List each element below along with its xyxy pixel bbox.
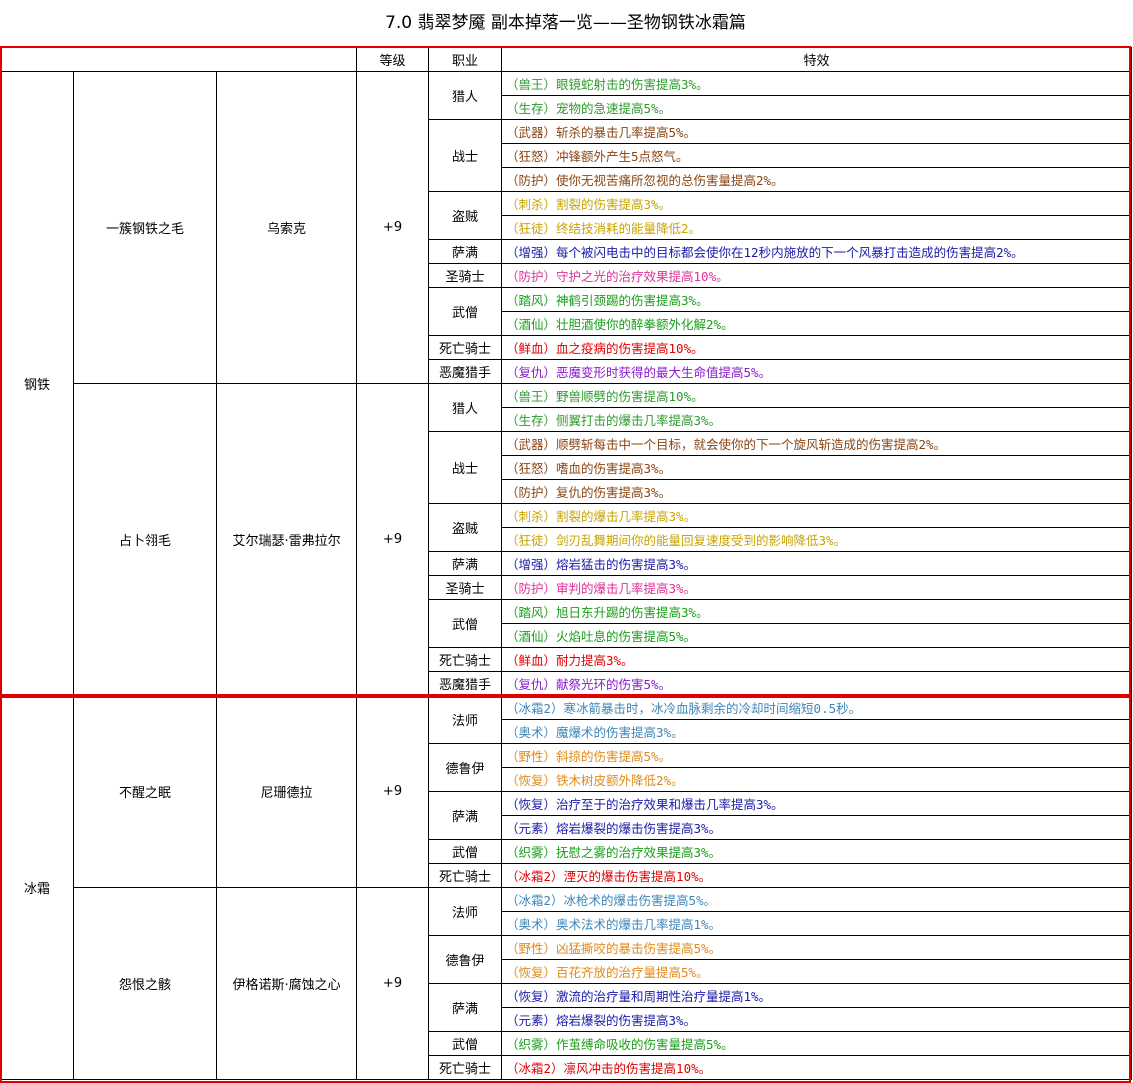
effect-text-cell: （元素）熔岩爆裂的爆击伤害提高3%。 <box>501 815 1133 840</box>
effect-text-cell: （恢复）激流的治疗量和周期性治疗量提高1%。 <box>501 983 1133 1008</box>
effect-text-cell: （鲜血）血之疫病的伤害提高10%。 <box>501 335 1133 360</box>
effect-text-cell: （恢复）百花齐放的治疗量提高5%。 <box>501 959 1133 984</box>
header-effect: 特效 <box>501 47 1133 72</box>
relic-name-cell: 怨恨之骸 <box>73 887 217 1080</box>
item-level-cell: +9 <box>356 383 430 696</box>
class-name-cell: 盗贼 <box>428 503 503 552</box>
class-name-cell: 恶魔猎手 <box>428 671 503 696</box>
effect-text-cell: （武器）顺劈斩每击中一个目标，就会使你的下一个旋风斩造成的伤害提高2%。 <box>501 431 1133 456</box>
effect-text-cell: （奥术）奥术法术的爆击几率提高1%。 <box>501 911 1133 936</box>
effect-text-cell: （冰霜2）湮灭的爆击伤害提高10%。 <box>501 863 1133 888</box>
class-name-cell: 圣骑士 <box>428 575 503 600</box>
table-row: 冰霜 不醒之眠 尼珊德拉 +9 法师 （冰霜2）寒冰箭暴击时，冰冷血脉剩余的冷却时间缩短0… <box>0 695 1133 1080</box>
item-level-cell: +9 <box>356 71 430 384</box>
table-row: 钢铁 一簇钢铁之毛 乌索克 +9 猎人 （兽王）眼镜蛇射击的伤害提高3%。 <box>0 71 1133 696</box>
relic-type-cell: 冰霜 <box>0 695 74 1080</box>
table-row: 怨恨之骸 伊格诺斯·腐蚀之心 +9 法师 （冰霜2）冰枪术的爆击伤害提高5%。 <box>1 887 1133 1080</box>
class-name-cell: 盗贼 <box>428 191 503 240</box>
class-name-cell: 法师 <box>428 695 503 744</box>
class-name-cell: 战士 <box>428 119 503 192</box>
effect-text-cell: （酒仙）壮胆酒使你的醉拳额外化解2%。 <box>501 311 1133 336</box>
effect-text-cell: （织雾）抚慰之雾的治疗效果提高3%。 <box>501 839 1133 864</box>
effect-text-cell: （狂徒）剑刃乱舞期间你的能量回复速度受到的影响降低3%。 <box>501 527 1133 552</box>
effect-text-cell: （踏风）神鹤引颈踢的伤害提高3%。 <box>501 287 1133 312</box>
effect-text-cell: （刺杀）割裂的爆击几率提高3%。 <box>501 503 1133 528</box>
header-row: 等级 职业 特效 <box>0 47 1133 72</box>
effect-text-cell: （武器）斩杀的暴击几率提高5%。 <box>501 119 1133 144</box>
class-name-cell: 萨满 <box>428 983 503 1032</box>
relic-type-cell: 钢铁 <box>0 71 74 696</box>
table-row: 占卜翎毛 艾尔瑞瑟·雷弗拉尔 +9 猎人 （兽王）野兽顺劈的伤害提高10%。 <box>1 383 1133 696</box>
effect-text-cell: （复仇）献祭光环的伤害5%。 <box>501 671 1133 696</box>
class-name-cell: 战士 <box>428 431 503 504</box>
class-name-cell: 猎人 <box>428 71 503 120</box>
effect-text-cell: （防护）审判的爆击几率提高3%。 <box>501 575 1133 600</box>
class-name-cell: 萨满 <box>428 791 503 840</box>
effect-text-cell: （防护）使你无视苦痛所忽视的总伤害量提高2%。 <box>501 167 1133 192</box>
effect-text-cell: （踏风）旭日东升踢的伤害提高3%。 <box>501 599 1133 624</box>
effect-text-cell: （刺杀）割裂的伤害提高3%。 <box>501 191 1133 216</box>
boss-name-cell: 乌索克 <box>215 71 358 384</box>
relic-name-cell: 占卜翎毛 <box>73 383 217 696</box>
class-name-cell: 萨满 <box>428 239 503 264</box>
header-blank <box>0 47 358 72</box>
effect-text-cell: （复仇）恶魔变形时获得的最大生命值提高5%。 <box>501 359 1133 384</box>
boss-name-cell: 伊格诺斯·腐蚀之心 <box>215 887 358 1080</box>
effect-text-cell: （冰霜2）冰枪术的爆击伤害提高5%。 <box>501 887 1133 912</box>
item-level-cell: +9 <box>356 695 430 888</box>
relic-name-cell: 不醒之眠 <box>73 695 217 888</box>
effect-text-cell: （防护）复仇的伤害提高3%。 <box>501 479 1133 504</box>
class-name-cell: 死亡骑士 <box>428 335 503 360</box>
effect-text-cell: （织雾）作茧缚命吸收的伤害量提高5%。 <box>501 1031 1133 1056</box>
relic-table: 等级 职业 特效 钢铁 一簇钢铁之毛 乌索克 +9 猎人 （兽王）眼镜蛇射击的伤害提高3%… <box>0 47 1133 1080</box>
effect-text-cell: （狂徒）终结技消耗的能量降低2。 <box>501 215 1133 240</box>
effect-text-cell: （元素）熔岩爆裂的伤害提高3%。 <box>501 1007 1133 1032</box>
effect-text-cell: （增强）每个被闪电击中的目标都会使你在12秒内施放的下一个风暴打击造成的伤害提高… <box>501 239 1133 264</box>
boss-name-cell: 尼珊德拉 <box>215 695 358 888</box>
effect-text-cell: （增强）熔岩猛击的伤害提高3%。 <box>501 551 1133 576</box>
effect-text-cell: （野性）斜掠的伤害提高5%。 <box>501 743 1133 768</box>
class-name-cell: 死亡骑士 <box>428 647 503 672</box>
relic-name-cell: 一簇钢铁之毛 <box>73 71 217 384</box>
effect-text-cell: （生存）宠物的急速提高5%。 <box>501 95 1133 120</box>
class-name-cell: 武僧 <box>428 839 503 864</box>
class-name-cell: 武僧 <box>428 1031 503 1056</box>
effect-text-cell: （恢复）铁木树皮额外降低2%。 <box>501 767 1133 792</box>
class-name-cell: 死亡骑士 <box>428 1055 503 1080</box>
effect-text-cell: （防护）守护之光的治疗效果提高10%。 <box>501 263 1133 288</box>
page-title: 7.0 翡翠梦魇 副本掉落一览——圣物钢铁冰霜篇 <box>385 13 746 33</box>
class-name-cell: 法师 <box>428 887 503 936</box>
item-level-cell: +9 <box>356 887 430 1080</box>
header-level: 等级 <box>356 47 430 72</box>
effect-text-cell: （冰霜2）凛风冲击的伤害提高10%。 <box>501 1055 1133 1080</box>
class-name-cell: 死亡骑士 <box>428 863 503 888</box>
effect-text-cell: （奥术）魔爆术的伤害提高3%。 <box>501 719 1133 744</box>
class-name-cell: 武僧 <box>428 287 503 336</box>
header-class: 职业 <box>428 47 503 72</box>
class-name-cell: 恶魔猎手 <box>428 359 503 384</box>
class-name-cell: 萨满 <box>428 551 503 576</box>
effect-text-cell: （兽王）眼镜蛇射击的伤害提高3%。 <box>501 71 1133 96</box>
effect-text-cell: （狂怒）冲锋额外产生5点怒气。 <box>501 143 1133 168</box>
effect-text-cell: （野性）凶猛撕咬的暴击伤害提高5%。 <box>501 935 1133 960</box>
class-name-cell: 猎人 <box>428 383 503 432</box>
class-name-cell: 圣骑士 <box>428 263 503 288</box>
class-name-cell: 德鲁伊 <box>428 935 503 984</box>
effect-text-cell: （兽王）野兽顺劈的伤害提高10%。 <box>501 383 1133 408</box>
effect-text-cell: （酒仙）火焰吐息的伤害提高5%。 <box>501 623 1133 648</box>
class-name-cell: 武僧 <box>428 599 503 648</box>
boss-name-cell: 艾尔瑞瑟·雷弗拉尔 <box>215 383 358 696</box>
effect-text-cell: （冰霜2）寒冰箭暴击时，冰冷血脉剩余的冷却时间缩短0.5秒。 <box>501 695 1133 720</box>
effect-text-cell: （生存）侧翼打击的爆击几率提高3%。 <box>501 407 1133 432</box>
effect-text-cell: （恢复）治疗至于的治疗效果和爆击几率提高3%。 <box>501 791 1133 816</box>
table-body: 钢铁 一簇钢铁之毛 乌索克 +9 猎人 （兽王）眼镜蛇射击的伤害提高3%。 （生存）宠物的急… <box>0 71 1133 1080</box>
effect-text-cell: （狂怒）嗜血的伤害提高3%。 <box>501 455 1133 480</box>
class-name-cell: 德鲁伊 <box>428 743 503 792</box>
effect-text-cell: （鲜血）耐力提高3%。 <box>501 647 1133 672</box>
